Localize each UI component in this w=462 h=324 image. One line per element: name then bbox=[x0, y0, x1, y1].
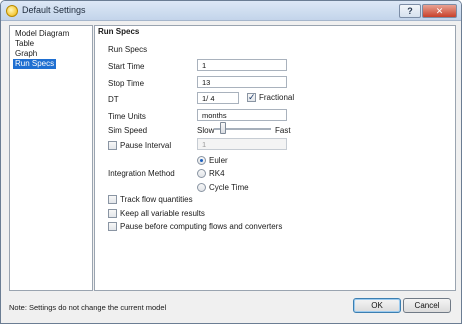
euler-label: Euler bbox=[209, 156, 228, 165]
footer-note: Note: Settings do not change the current… bbox=[9, 303, 167, 312]
time-units-label: Time Units bbox=[108, 112, 146, 121]
fractional-label: Fractional bbox=[259, 93, 295, 102]
sim-speed-label: Sim Speed bbox=[108, 126, 148, 135]
rk4-radio[interactable] bbox=[197, 169, 206, 178]
title-bar: Default Settings ? ✕ bbox=[1, 1, 461, 21]
pause-interval-field bbox=[197, 138, 287, 150]
integration-method-label: Integration Method bbox=[108, 169, 175, 178]
sim-speed-fast-label: Fast bbox=[275, 126, 291, 135]
default-settings-dialog: Default Settings ? ✕ Model Diagram Table… bbox=[0, 0, 462, 324]
sidebar-item-run-specs[interactable]: Run Specs bbox=[13, 59, 57, 69]
app-icon bbox=[6, 5, 18, 17]
keep-results-label: Keep all variable results bbox=[120, 209, 205, 218]
keep-results-checkbox[interactable] bbox=[108, 209, 117, 218]
ok-button[interactable]: OK bbox=[353, 298, 401, 313]
dt-label: DT bbox=[108, 95, 119, 104]
sidebar-item-graph[interactable]: Graph bbox=[13, 49, 39, 59]
track-flow-checkbox[interactable] bbox=[108, 195, 117, 204]
run-specs-panel: Run Specs Run Specs Start Time Stop Time… bbox=[94, 25, 456, 291]
cycle-time-label: Cycle Time bbox=[209, 183, 249, 192]
time-units-field[interactable] bbox=[197, 109, 287, 121]
stop-time-field[interactable] bbox=[197, 76, 287, 88]
start-time-field[interactable] bbox=[197, 59, 287, 71]
sim-speed-slider-thumb[interactable] bbox=[220, 122, 227, 134]
help-button[interactable]: ? bbox=[399, 4, 421, 18]
stop-time-label: Stop Time bbox=[108, 79, 145, 88]
pause-before-checkbox[interactable] bbox=[108, 222, 117, 231]
start-time-label: Start Time bbox=[108, 62, 145, 71]
pause-before-label: Pause before computing flows and convert… bbox=[120, 222, 283, 231]
section-label: Run Specs bbox=[108, 45, 148, 54]
cancel-button[interactable]: Cancel bbox=[403, 298, 451, 313]
fractional-checkbox[interactable] bbox=[247, 92, 256, 103]
pause-interval-label: Pause Interval bbox=[120, 141, 172, 150]
close-button[interactable]: ✕ bbox=[422, 4, 457, 18]
pause-interval-checkbox[interactable] bbox=[108, 141, 117, 150]
sidebar-item-model-diagram[interactable]: Model Diagram bbox=[13, 29, 71, 39]
dt-field[interactable] bbox=[197, 92, 239, 104]
sidebar-item-table[interactable]: Table bbox=[13, 39, 36, 49]
settings-category-list: Model Diagram Table Graph Run Specs bbox=[9, 25, 93, 291]
sim-speed-slow-label: Slow bbox=[197, 126, 215, 135]
euler-radio[interactable] bbox=[197, 156, 206, 165]
panel-title: Run Specs bbox=[98, 27, 140, 36]
cycle-time-radio[interactable] bbox=[197, 183, 206, 192]
rk4-label: RK4 bbox=[209, 169, 225, 178]
track-flow-label: Track flow quantities bbox=[120, 195, 193, 204]
window-title: Default Settings bbox=[22, 5, 86, 15]
